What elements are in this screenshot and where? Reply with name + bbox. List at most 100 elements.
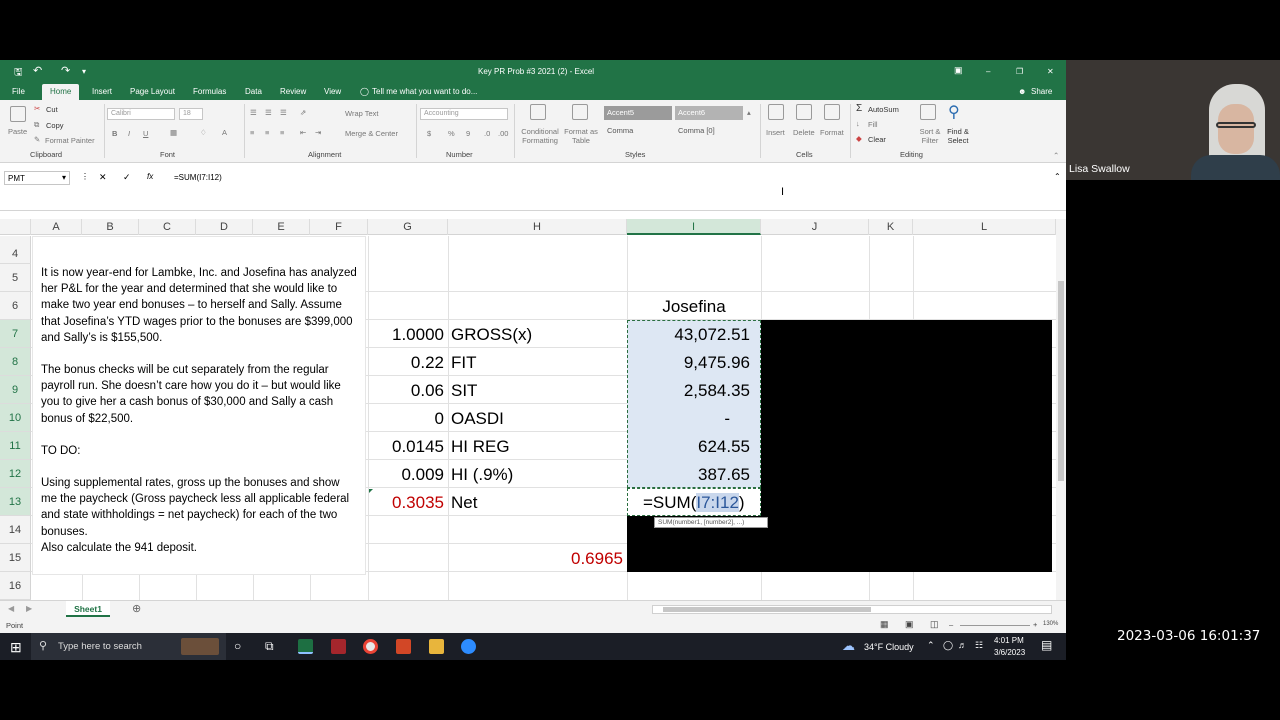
align-bottom-icon[interactable]: ☰ — [280, 108, 287, 117]
cut-button[interactable]: Cut — [46, 105, 58, 114]
style-comma[interactable]: Comma — [604, 124, 672, 138]
undo-icon[interactable]: ↶ — [33, 64, 42, 77]
column-header-k[interactable]: K — [869, 219, 913, 235]
percent-button[interactable]: % — [448, 129, 455, 138]
cell-g11[interactable]: 0.0145 — [368, 437, 444, 457]
autosum-button[interactable]: AutoSum — [868, 105, 899, 114]
formula-input[interactable]: =SUM(I7:I12) — [174, 173, 222, 182]
font-name-select[interactable]: Calibri — [107, 108, 175, 120]
copy-button[interactable]: Copy — [46, 121, 64, 130]
cell-g8[interactable]: 0.22 — [368, 353, 444, 373]
taskbar-date[interactable]: 3/6/2023 — [994, 648, 1025, 657]
cell-g13[interactable]: 0.3035 — [368, 493, 444, 513]
normal-view-icon[interactable]: ▦ — [880, 619, 889, 630]
taskbar-time[interactable]: 4:01 PM — [994, 636, 1024, 645]
row-header-12[interactable]: 12 — [0, 460, 31, 488]
page-layout-view-icon[interactable]: ▣ — [905, 619, 914, 630]
sheet-nav-next-icon[interactable]: ▶ — [26, 604, 32, 613]
column-header-j[interactable]: J — [761, 219, 869, 235]
notification-icon[interactable]: ▤ — [1041, 638, 1052, 652]
zoom-out-button[interactable]: – — [949, 620, 953, 629]
merge-center-button[interactable]: Merge & Center — [345, 129, 398, 138]
cell-h7[interactable]: GROSS(x) — [451, 325, 532, 345]
insert-cells-button[interactable]: Insert — [766, 128, 785, 137]
italic-button[interactable]: I — [128, 129, 130, 138]
cell-i6-header[interactable]: Josefina — [627, 297, 761, 317]
paste-icon[interactable] — [10, 106, 26, 122]
horizontal-scrollbar[interactable] — [652, 605, 1052, 614]
column-header-g[interactable]: G — [368, 219, 448, 235]
row-header-8[interactable]: 8 — [0, 348, 31, 376]
cell-i7[interactable]: 43,072.51 — [627, 325, 750, 345]
column-header-b[interactable]: B — [82, 219, 139, 235]
tab-view[interactable]: View — [324, 87, 341, 96]
clear-button[interactable]: Clear — [868, 135, 886, 144]
cell-h12[interactable]: HI (.9%) — [451, 465, 513, 485]
row-header-5[interactable]: 5 — [0, 264, 31, 292]
share-button[interactable]: Share — [1031, 87, 1052, 96]
column-header-d[interactable]: D — [196, 219, 253, 235]
taskbar-search-box[interactable]: ⚲ Type here to search — [31, 633, 226, 660]
cell-i8[interactable]: 9,475.96 — [627, 353, 750, 373]
paste-button[interactable]: Paste — [8, 127, 27, 136]
tray-chevron-icon[interactable]: ⌃ — [927, 640, 935, 651]
tab-file[interactable]: File — [12, 87, 25, 96]
decrease-decimal-icon[interactable]: .00 — [498, 129, 508, 138]
underline-button[interactable]: U — [143, 129, 148, 138]
delete-cells-icon[interactable] — [796, 104, 812, 120]
cell-h8[interactable]: FIT — [451, 353, 477, 373]
align-left-icon[interactable]: ≡ — [250, 128, 254, 137]
comma-style-button[interactable]: 9 — [466, 129, 470, 138]
cell-h15[interactable]: 0.6965 — [448, 549, 623, 569]
row-header-7[interactable]: 7 — [0, 320, 31, 348]
cell-h9[interactable]: SIT — [451, 381, 477, 401]
row-header-6[interactable]: 6 — [0, 292, 31, 320]
column-header-i[interactable]: I — [627, 219, 761, 235]
cortana-icon[interactable]: ○ — [234, 639, 241, 653]
wrap-text-button[interactable]: Wrap Text — [345, 109, 379, 118]
minimize-button[interactable]: – — [986, 67, 990, 76]
tab-formulas[interactable]: Formulas — [193, 87, 226, 96]
conditional-formatting-button[interactable]: Conditional Formatting — [518, 127, 562, 145]
tab-insert[interactable]: Insert — [92, 87, 112, 96]
powerpoint-app-icon[interactable] — [396, 639, 411, 654]
cell-i11[interactable]: 624.55 — [627, 437, 750, 457]
save-icon[interactable]: 🖫 — [14, 65, 23, 82]
ribbon-display-icon[interactable]: ▣ — [954, 65, 963, 76]
styles-scroll-icon[interactable]: ▴ — [747, 108, 751, 117]
search-highlight-icon[interactable] — [181, 638, 219, 655]
indent-icon[interactable]: ⇤ — [300, 128, 306, 137]
collapse-ribbon-icon[interactable]: ⌃ — [1053, 151, 1059, 160]
network-icon[interactable]: ☷ — [975, 640, 983, 651]
delete-cells-button[interactable]: Delete — [793, 128, 815, 137]
format-as-table-button[interactable]: Format as Table — [563, 127, 599, 145]
fill-color-icon[interactable]: ♢ — [200, 128, 207, 137]
column-header-c[interactable]: C — [139, 219, 196, 235]
sheet-nav-prev-icon[interactable]: ◀ — [8, 604, 14, 613]
vertical-scrollbar[interactable] — [1056, 219, 1066, 600]
volume-icon[interactable]: ♬ — [958, 640, 967, 650]
row-header-4[interactable]: 4 — [0, 236, 31, 264]
cell-g10[interactable]: 0 — [368, 409, 444, 429]
close-button[interactable]: ✕ — [1047, 67, 1054, 76]
cell-g7[interactable]: 1.0000 — [368, 325, 444, 345]
zoom-level[interactable]: 130% — [1043, 621, 1058, 627]
font-size-select[interactable]: 18 — [179, 108, 203, 120]
format-cells-icon[interactable] — [824, 104, 840, 120]
cell-h10[interactable]: OASDI — [451, 409, 504, 429]
align-center-icon[interactable]: ≡ — [265, 128, 269, 137]
tab-review[interactable]: Review — [280, 87, 306, 96]
row-header-9[interactable]: 9 — [0, 376, 31, 404]
align-top-icon[interactable]: ☰ — [250, 108, 257, 117]
cell-g9[interactable]: 0.06 — [368, 381, 444, 401]
sheet-tab-sheet1[interactable]: Sheet1 — [66, 601, 110, 617]
cell-g12[interactable]: 0.009 — [368, 465, 444, 485]
number-format-select[interactable]: Accounting — [420, 108, 508, 120]
column-header-h[interactable]: H — [448, 219, 627, 235]
insert-function-button[interactable]: fx — [147, 172, 153, 181]
row-header-10[interactable]: 10 — [0, 404, 31, 432]
font-color-icon[interactable]: A — [222, 128, 227, 137]
horizontal-scrollbar-thumb[interactable] — [663, 607, 871, 612]
conditional-formatting-icon[interactable] — [530, 104, 546, 120]
zoom-app-icon[interactable] — [461, 639, 476, 654]
